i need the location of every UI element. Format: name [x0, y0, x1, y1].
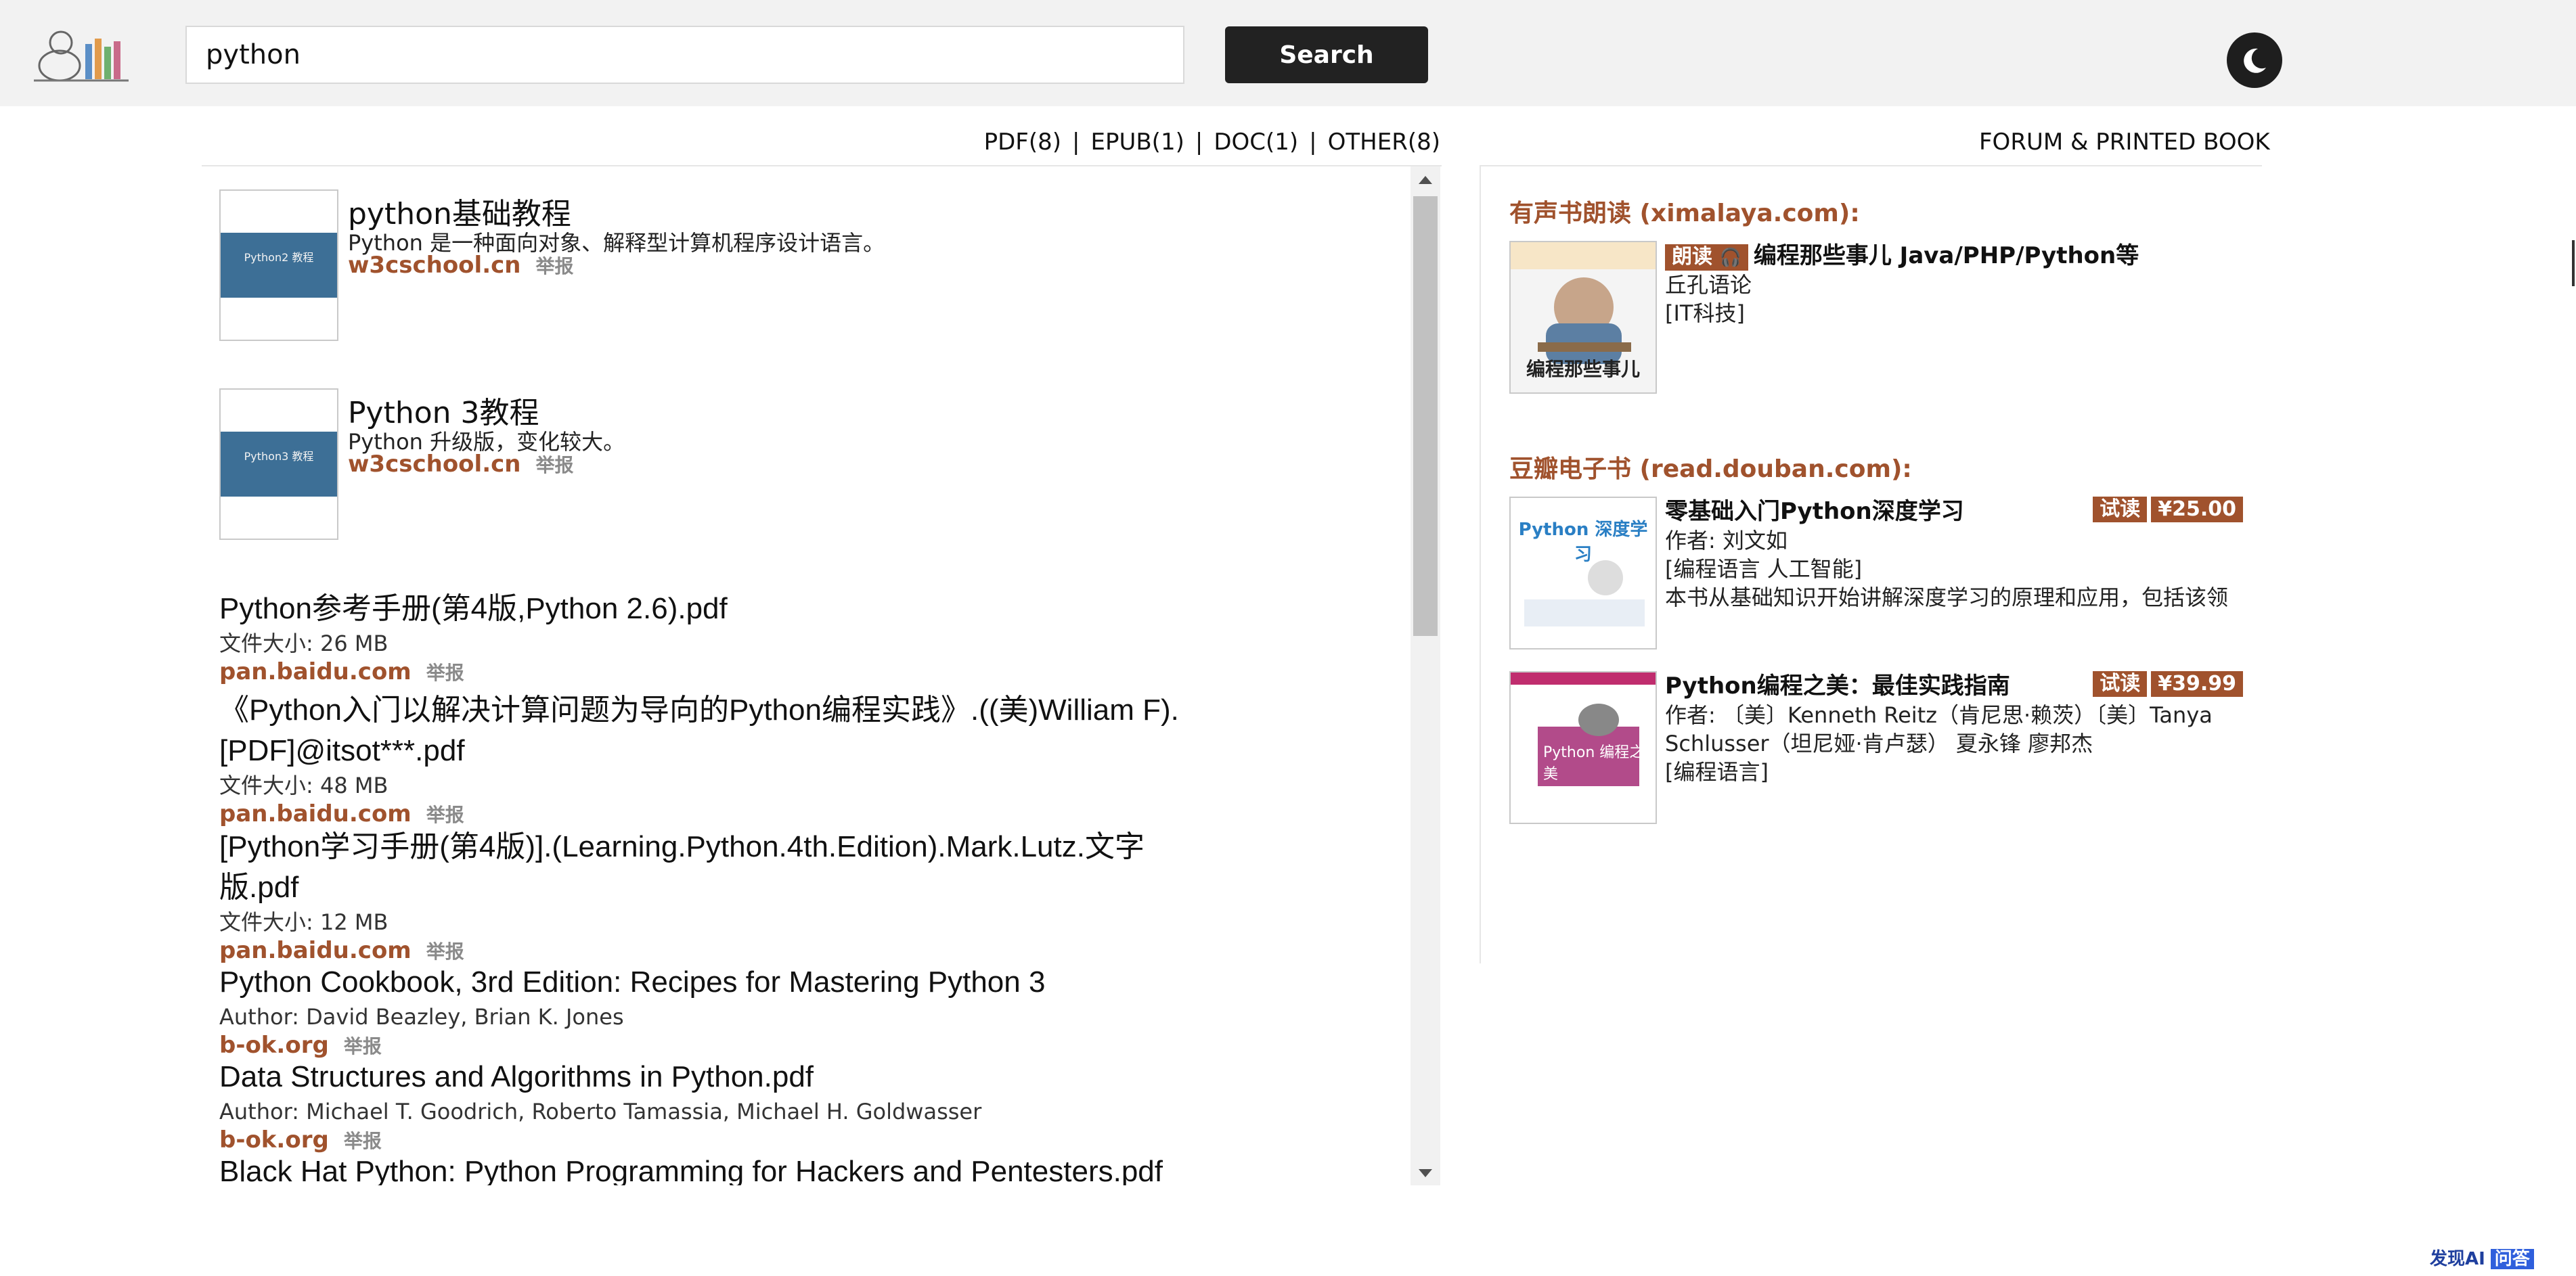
moon-icon [2244, 48, 2266, 73]
result-source: w3cschool.cn 举报 [348, 252, 573, 279]
filter-pdf[interactable]: PDF(8) [984, 129, 1061, 156]
price-badges: 试读 ¥39.99 [2093, 671, 2247, 697]
ebook-info: 零基础入门Python深度学习 试读 ¥25.00 作者: 刘文如 [编程语言 人… [1665, 497, 2247, 612]
filter-separator: | [1309, 129, 1317, 156]
results-list: Python2 教程 python基础教程 Python 是一种面向对象、解释型… [219, 166, 1390, 1185]
douban-heading: 豆瓣电子书 (read.douban.com): [1509, 455, 1912, 483]
report-link[interactable]: 举报 [344, 1130, 382, 1152]
file-result: 《Python入门以解决计算问题为导向的Python编程实践》.((美)Will… [219, 690, 1275, 829]
text-cursor-marker [2572, 240, 2575, 286]
file-meta: 文件大小: 12 MB [219, 909, 388, 935]
audiobook-author: 丘孔语论 [1665, 272, 1752, 298]
ebook-item: Python 编程之美 Python编程之美：最佳实践指南 试读 ¥39.99 作… [1509, 671, 2254, 824]
file-result: Black Hat Python: Python Programming for… [219, 1152, 1370, 1185]
theme-toggle-button[interactable] [2227, 32, 2282, 88]
result-card: Python3 教程 Python 3教程 Python 升级版，变化较大。 w… [219, 388, 1390, 544]
file-title[interactable]: 《Python入门以解决计算问题为导向的Python编程实践》.((美)Will… [219, 690, 1275, 771]
source-link[interactable]: b-ok.org [219, 1032, 329, 1059]
file-title[interactable]: [Python学习手册(第4版)].(Learning.Python.4th.E… [219, 827, 1180, 908]
file-result: Python参考手册(第4版,Python 2.6).pdf 文件大小: 26 … [219, 589, 1235, 687]
results-scrollbar[interactable] [1411, 166, 1440, 1185]
file-title[interactable]: Python参考手册(第4版,Python 2.6).pdf [219, 589, 1235, 629]
filter-doc[interactable]: DOC(1) [1214, 129, 1298, 156]
scroll-down-icon[interactable] [1419, 1169, 1432, 1177]
file-meta: 文件大小: 48 MB [219, 773, 388, 798]
file-title[interactable]: Python Cookbook, 3rd Edition: Recipes fo… [219, 962, 1370, 1003]
filter-separator: | [1195, 129, 1203, 156]
ebook-cover[interactable]: Python 深度学习 [1509, 497, 1657, 650]
audiobook-item: 编程那些事儿 朗读 🎧 编程那些事儿 Java/PHP/Python等 丘孔语论 … [1509, 241, 2254, 394]
source-link[interactable]: w3cschool.cn [348, 252, 520, 279]
file-source: pan.baidu.com 举报 [219, 800, 1275, 829]
forum-printed-book-link[interactable]: FORUM & PRINTED BOOK [1979, 129, 2270, 156]
file-result: Python Cookbook, 3rd Edition: Recipes fo… [219, 962, 1370, 1061]
file-result: [Python学习手册(第4版)].(Learning.Python.4th.E… [219, 827, 1180, 966]
file-source: pan.baidu.com 举报 [219, 658, 1235, 687]
cover-label: Python 深度学习 [1518, 520, 1648, 565]
file-title[interactable]: Black Hat Python: Python Programming for… [219, 1152, 1370, 1185]
file-meta: Author: Michael T. Goodrich, Roberto Tam… [219, 1099, 982, 1124]
ebook-author: 作者: 刘文如 [1665, 528, 1787, 553]
qa-badge: 问答 [2490, 1249, 2534, 1269]
trial-read-badge[interactable]: 试读 [2093, 671, 2148, 697]
price-badge[interactable]: ¥39.99 [2151, 671, 2243, 697]
book-cover[interactable]: Python3 教程 [219, 388, 338, 540]
filter-other[interactable]: OTHER(8) [1328, 129, 1440, 156]
audiobook-title[interactable]: 编程那些事儿 Java/PHP/Python等 [1754, 242, 2139, 269]
audiobook-cover[interactable]: 编程那些事儿 [1509, 241, 1657, 394]
search-button[interactable]: Search [1225, 26, 1428, 83]
read-aloud-badge[interactable]: 朗读 🎧 [1665, 244, 1748, 271]
ximalaya-heading: 有声书朗读 (ximalaya.com): [1509, 200, 1860, 227]
brand-name: 发现AI [2430, 1249, 2485, 1269]
ebook-cover[interactable]: Python 编程之美 [1509, 671, 1657, 824]
sidebar-panel: 有声书朗读 (ximalaya.com): 编程那些事儿 朗读 🎧 编程那些事儿 … [1480, 165, 2262, 963]
search-input[interactable] [185, 26, 1184, 84]
audiobook-title-row: 朗读 🎧 编程那些事儿 Java/PHP/Python等 [1665, 241, 2247, 271]
ebook-author: 作者: 〔美〕Kenneth Reitz（肯尼思·赖茨）〔美〕Tanya Sch… [1665, 702, 2213, 756]
scrollbar-thumb[interactable] [1413, 196, 1438, 636]
source-link[interactable]: w3cschool.cn [348, 451, 520, 478]
filter-epub[interactable]: EPUB(1) [1090, 129, 1184, 156]
file-meta: 文件大小: 26 MB [219, 631, 388, 656]
scroll-up-icon[interactable] [1419, 176, 1432, 184]
filter-separator: | [1072, 129, 1080, 156]
book-cover[interactable]: Python2 教程 [219, 189, 338, 341]
top-bar: Search [0, 0, 2576, 106]
audiobook-info: 朗读 🎧 编程那些事儿 Java/PHP/Python等 丘孔语论 [IT科技] [1665, 241, 2247, 327]
report-link[interactable]: 举报 [426, 662, 464, 684]
report-link[interactable]: 举报 [426, 940, 464, 963]
results-panel: Python2 教程 python基础教程 Python 是一种面向对象、解释型… [202, 165, 1442, 1185]
report-link[interactable]: 举报 [344, 1035, 382, 1057]
headphones-icon: 🎧 [1719, 248, 1741, 268]
result-source: w3cschool.cn 举报 [348, 451, 573, 478]
report-link[interactable]: 举报 [535, 454, 573, 476]
ebook-summary: 本书从基础知识开始讲解深度学习的原理和应用，包括该领 [1665, 585, 2229, 610]
price-badge[interactable]: ¥25.00 [2151, 497, 2243, 522]
price-badges: 试读 ¥25.00 [2093, 497, 2247, 522]
audiobook-category: [IT科技] [1665, 300, 1745, 326]
cover-label: Python 编程之美 [1543, 744, 1645, 783]
result-card: Python2 教程 python基础教程 Python 是一种面向对象、解释型… [219, 189, 1390, 345]
source-link[interactable]: pan.baidu.com [219, 800, 412, 827]
format-filters: PDF(8) | EPUB(1) | DOC(1) | OTHER(8) [984, 129, 1440, 156]
ebook-item: Python 深度学习 零基础入门Python深度学习 试读 ¥25.00 作者:… [1509, 497, 2254, 650]
cover-label: Python2 教程 [221, 233, 337, 298]
ebook-category: [编程语言 人工智能] [1665, 556, 1863, 582]
file-meta: Author: David Beazley, Brian K. Jones [219, 1004, 624, 1030]
report-link[interactable]: 举报 [426, 804, 464, 826]
source-link[interactable]: pan.baidu.com [219, 937, 412, 964]
trial-read-badge[interactable]: 试读 [2093, 497, 2148, 522]
file-title[interactable]: Data Structures and Algorithms in Python… [219, 1057, 1370, 1097]
file-result: Data Structures and Algorithms in Python… [219, 1057, 1370, 1156]
footer-brand[interactable]: 发现AI 问答 [2430, 1245, 2534, 1270]
library-books-logo[interactable] [27, 24, 135, 85]
report-link[interactable]: 举报 [535, 255, 573, 277]
cover-caption: 编程那些事儿 [1526, 358, 1640, 380]
source-link[interactable]: pan.baidu.com [219, 658, 412, 685]
source-link[interactable]: b-ok.org [219, 1126, 329, 1154]
ebook-info: Python编程之美：最佳实践指南 试读 ¥39.99 作者: 〔美〕Kennet… [1665, 671, 2247, 786]
cover-label: Python3 教程 [221, 432, 337, 497]
ebook-category: [编程语言] [1665, 759, 1769, 785]
